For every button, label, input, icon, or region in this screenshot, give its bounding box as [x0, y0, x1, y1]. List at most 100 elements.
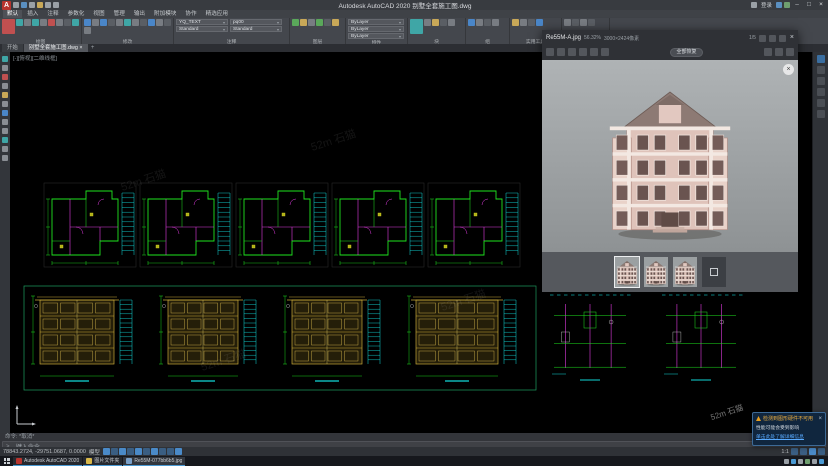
grid-toggle-icon[interactable] — [103, 448, 110, 455]
previous-image-icon[interactable] — [546, 48, 554, 56]
restore-all-button[interactable]: 全部恢复 — [670, 48, 702, 57]
popup-close-icon[interactable]: × — [818, 416, 822, 422]
table-style-combo[interactable]: Standard▾ — [230, 26, 282, 32]
plot-icon[interactable] — [37, 2, 43, 8]
tray-chevron-icon[interactable] — [784, 459, 789, 464]
layer-match-icon[interactable] — [332, 19, 339, 26]
ellipse-tool-icon[interactable] — [56, 19, 63, 26]
tray-language-icon[interactable] — [812, 459, 817, 464]
ribbon-tab-manage[interactable]: 管理 — [110, 10, 129, 18]
selection-cycling-icon[interactable] — [167, 448, 174, 455]
rectangle-tool-icon[interactable] — [40, 19, 47, 26]
markup-palette-icon[interactable] — [2, 119, 8, 125]
create-block-icon[interactable] — [424, 19, 431, 26]
cleanscreen-icon[interactable] — [2, 155, 8, 161]
insert-block-icon[interactable] — [410, 19, 423, 34]
point-tool-icon[interactable] — [72, 19, 79, 26]
transparency-toggle-icon[interactable] — [159, 448, 166, 455]
layer-palette-icon[interactable] — [2, 74, 8, 80]
mleader-style-combo[interactable]: Standard▾ — [176, 26, 228, 32]
workspace-switch-icon[interactable] — [800, 448, 807, 455]
group-icon[interactable] — [468, 19, 475, 26]
trim-tool-icon[interactable] — [100, 19, 107, 26]
tray-antivirus-icon[interactable] — [805, 459, 810, 464]
explode-tool-icon[interactable] — [164, 19, 171, 26]
layer-freeze-icon[interactable] — [308, 19, 315, 26]
id-point-icon[interactable] — [528, 19, 535, 26]
count-palette-icon[interactable] — [2, 128, 8, 134]
ortho-toggle-icon[interactable] — [119, 448, 126, 455]
copy-tool-icon[interactable] — [108, 19, 115, 26]
viewer-thumbnail[interactable] — [615, 257, 639, 287]
zoom-out-icon[interactable] — [590, 48, 598, 56]
fullscreen-icon[interactable] — [764, 48, 772, 56]
close-button[interactable]: × — [816, 0, 826, 10]
ribbon-tab-view[interactable]: 视图 — [89, 10, 108, 18]
app-menu-button[interactable]: A — [2, 1, 11, 10]
blocks-palette-icon[interactable] — [2, 83, 8, 89]
popup-link[interactable]: 单击此处了解详细信息 — [756, 433, 822, 440]
new-drawing-tab-button[interactable]: + — [89, 44, 97, 52]
customize-gear-icon[interactable] — [818, 448, 825, 455]
visual-styles-icon[interactable] — [817, 99, 825, 107]
image-close-icon[interactable]: × — [783, 64, 794, 75]
object-color-combo[interactable]: ByLayer▾ — [348, 19, 404, 25]
maximize-button[interactable]: □ — [804, 0, 814, 10]
ribbon-tab-annotate[interactable]: 注释 — [43, 10, 62, 18]
polar-toggle-icon[interactable] — [127, 448, 134, 455]
zoom-in-icon[interactable] — [601, 48, 609, 56]
rotate-right-icon[interactable] — [579, 48, 587, 56]
ribbon-tab-home[interactable]: 默认 — [3, 10, 22, 18]
annotation-visibility-icon[interactable] — [791, 448, 798, 455]
ribbon-tab-insert[interactable]: 插入 — [23, 10, 42, 18]
viewer-minimize-icon[interactable] — [769, 35, 776, 42]
rotate-left-icon[interactable] — [568, 48, 576, 56]
viewer-close-button[interactable]: × — [790, 34, 794, 42]
dynamic-input-icon[interactable] — [175, 448, 182, 455]
xref-palette-icon[interactable] — [2, 101, 8, 107]
erase-tool-icon[interactable] — [156, 19, 163, 26]
copy-clip-icon[interactable] — [572, 19, 579, 26]
tray-volume-icon[interactable] — [798, 459, 803, 464]
undo-icon[interactable] — [45, 2, 51, 8]
line-tool-icon[interactable] — [2, 19, 15, 34]
paste-icon[interactable] — [564, 19, 571, 26]
tray-clock-icon[interactable] — [819, 459, 824, 464]
start-tab[interactable]: 开始 — [2, 44, 23, 52]
open-file-icon[interactable] — [21, 2, 27, 8]
hatch-tool-icon[interactable] — [48, 19, 55, 26]
lineweight-toggle-icon[interactable] — [151, 448, 158, 455]
sheetset-palette-icon[interactable] — [2, 110, 8, 116]
sun-settings-icon[interactable] — [817, 110, 825, 118]
quick-select-icon[interactable] — [520, 19, 527, 26]
layer-off-icon[interactable] — [300, 19, 307, 26]
polyline-tool-icon[interactable] — [16, 19, 23, 26]
scale-tool-icon[interactable] — [140, 19, 147, 26]
stretch-tool-icon[interactable] — [132, 19, 139, 26]
viewer-image-area[interactable]: × — [542, 60, 798, 252]
move-tool-icon[interactable] — [84, 19, 91, 26]
layer-properties-icon[interactable] — [292, 19, 299, 26]
properties-palette-icon[interactable] — [2, 65, 8, 71]
quick-calc-icon[interactable] — [536, 19, 543, 26]
arc-tool-icon[interactable] — [32, 19, 39, 26]
layer-lock-icon[interactable] — [316, 19, 323, 26]
views-palette-icon[interactable] — [2, 137, 8, 143]
edit-block-icon[interactable] — [432, 19, 439, 26]
isolate-objects-icon[interactable] — [809, 448, 816, 455]
ungroup-icon[interactable] — [476, 19, 483, 26]
snap-toggle-icon[interactable] — [111, 448, 118, 455]
redo-icon[interactable] — [53, 2, 59, 8]
match-properties-icon[interactable] — [588, 19, 595, 26]
ribbon-tab-collaborate[interactable]: 协作 — [181, 10, 200, 18]
fillet-tool-icon[interactable] — [124, 19, 131, 26]
hatch-palette-icon[interactable] — [2, 92, 8, 98]
measure-icon[interactable] — [512, 19, 519, 26]
render-panel-icon[interactable] — [817, 77, 825, 85]
next-image-icon[interactable] — [557, 48, 565, 56]
taskbar-item-folder[interactable]: 图片文件夹 — [83, 457, 122, 466]
offset-tool-icon[interactable] — [84, 27, 91, 34]
rotate-tool-icon[interactable] — [92, 19, 99, 26]
tray-network-icon[interactable] — [791, 459, 796, 464]
osnap-toggle-icon[interactable] — [135, 448, 142, 455]
